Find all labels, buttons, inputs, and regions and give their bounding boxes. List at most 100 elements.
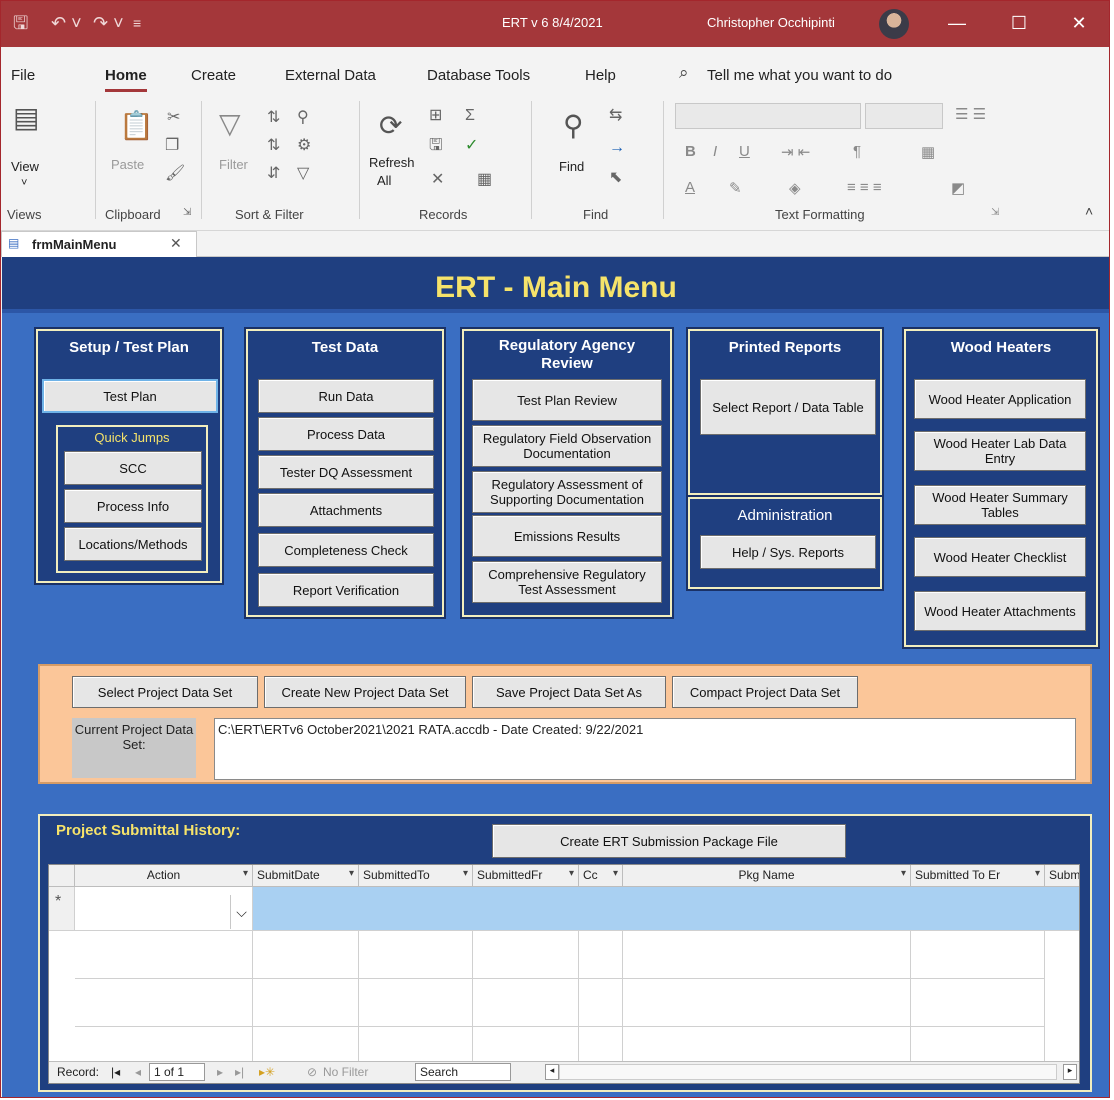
emissions-results-button[interactable]: Emissions Results	[472, 515, 662, 557]
clipboard-launcher-icon[interactable]: ⇲	[183, 207, 191, 218]
goto-icon[interactable]: →	[609, 139, 625, 157]
test-plan-button[interactable]: Test Plan	[42, 379, 218, 413]
user-name[interactable]: Christopher Occhipinti	[707, 15, 835, 30]
advanced-filter-icon[interactable]: ⚙	[297, 137, 311, 155]
action-combo[interactable]: ⌵	[75, 887, 253, 931]
maximize-icon[interactable]: ☐	[999, 9, 1039, 37]
minimize-icon[interactable]: —	[937, 9, 977, 37]
table-row-new[interactable]	[253, 887, 1079, 931]
column-header-submittedto[interactable]: SubmittedTo ▾	[359, 865, 473, 887]
table-row	[75, 979, 253, 1027]
wood-heater-checklist-button[interactable]: Wood Heater Checklist	[914, 537, 1086, 577]
tab-file[interactable]: File	[11, 67, 35, 84]
scroll-left-icon[interactable]: ◂	[545, 1064, 559, 1080]
wood-heater-summary-tables-button[interactable]: Wood Heater Summary Tables	[914, 485, 1086, 525]
table-row	[473, 979, 579, 1027]
cut-icon: ✂	[167, 109, 181, 126]
process-data-button[interactable]: Process Data	[258, 417, 434, 451]
find-icon[interactable]: ⚲	[563, 111, 584, 141]
column-header-submittedfr[interactable]: SubmittedFr ▾	[473, 865, 579, 887]
attachments-button[interactable]: Attachments	[258, 493, 434, 527]
wood-heater-attachments-button[interactable]: Wood Heater Attachments	[914, 591, 1086, 631]
run-data-button[interactable]: Run Data	[258, 379, 434, 413]
previous-record-icon: ◂	[135, 1065, 142, 1079]
column-header-submitted-to-er[interactable]: Submitted To Er ▾	[911, 865, 1045, 887]
first-record-icon[interactable]: |◂	[111, 1065, 120, 1079]
replace-icon[interactable]: ⇆	[609, 107, 622, 125]
remove-sort-icon: ⇵	[267, 165, 281, 182]
horizontal-scrollbar[interactable]	[559, 1064, 1057, 1080]
scroll-right-icon[interactable]: ▸	[1063, 1064, 1077, 1080]
chevron-down-icon[interactable]: ⌵	[230, 895, 252, 929]
column-header-submit[interactable]: Submit	[1045, 865, 1079, 887]
dropdown-arrow-icon: ▾	[242, 868, 248, 879]
wood-heater-lab-data-button[interactable]: Wood Heater Lab Data Entry	[914, 431, 1086, 471]
collapse-ribbon-icon[interactable]: ˄	[1085, 203, 1093, 219]
table-row	[473, 1027, 579, 1063]
refresh-icon[interactable]: ⟳	[379, 111, 402, 141]
tab-database-tools[interactable]: Database Tools	[427, 67, 530, 84]
dropdown-arrow-icon: ▾	[900, 868, 906, 879]
select-icon[interactable]: ⬉	[609, 169, 622, 187]
find-button[interactable]: Find	[559, 159, 584, 174]
format-painter-icon: 🖌	[165, 165, 186, 182]
scc-button[interactable]: SCC	[64, 451, 202, 485]
submittal-history-grid: Action ▾ SubmitDate ▾ SubmittedTo ▾ Submitt…	[48, 864, 1080, 1084]
regulatory-assessment-supporting-button[interactable]: Regulatory Assessment of Supporting Docu…	[472, 471, 662, 513]
tab-external-data[interactable]: External Data	[285, 67, 376, 84]
tester-dq-assessment-button[interactable]: Tester DQ Assessment	[258, 455, 434, 489]
close-tab-icon[interactable]: ✕	[170, 235, 182, 252]
printed-reports-panel: Printed Reports Select Report / Data Tab…	[686, 327, 884, 497]
tab-help[interactable]: Help	[585, 67, 616, 84]
table-row	[75, 1027, 253, 1063]
row-selector-new[interactable]: *	[49, 887, 75, 931]
tab-create[interactable]: Create	[191, 67, 236, 84]
group-sort-filter: Sort & Filter	[235, 207, 304, 222]
table-row	[359, 979, 473, 1027]
table-row	[911, 931, 1045, 979]
view-icon[interactable]: ▤	[13, 103, 39, 133]
search-input[interactable]: Search	[415, 1063, 511, 1081]
view-chevron-icon[interactable]: ˅	[21, 177, 27, 189]
avatar[interactable]	[879, 9, 909, 39]
wood-heater-application-button[interactable]: Wood Heater Application	[914, 379, 1086, 419]
page-title: ERT - Main Menu	[435, 271, 677, 304]
save-project-data-set-as-button[interactable]: Save Project Data Set As	[472, 676, 666, 708]
comprehensive-regulatory-assessment-button[interactable]: Comprehensive Regulatory Test Assessment	[472, 561, 662, 603]
save-icon[interactable]: 🖫	[13, 10, 28, 36]
redo-icon[interactable]: ↷ ˅	[93, 10, 124, 36]
filter-status-icon: ⊘	[307, 1065, 318, 1079]
tell-me-input[interactable]: Tell me what you want to do	[707, 67, 892, 84]
table-row	[359, 931, 473, 979]
create-submission-package-button[interactable]: Create ERT Submission Package File	[492, 824, 846, 858]
column-header-action[interactable]: Action ▾	[75, 865, 253, 887]
tab-frmmainmenu[interactable]: ▤ frmMainMenu ✕	[1, 231, 197, 257]
new-row-marker: *	[55, 893, 62, 910]
no-filter-label: No Filter	[323, 1065, 369, 1079]
select-report-button[interactable]: Select Report / Data Table	[700, 379, 876, 435]
report-verification-button[interactable]: Report Verification	[258, 573, 434, 607]
tab-home[interactable]: Home	[105, 67, 147, 92]
column-header-cc[interactable]: Cc ▾	[579, 865, 623, 887]
select-project-data-set-button[interactable]: Select Project Data Set	[72, 676, 258, 708]
close-icon[interactable]: ✕	[1059, 9, 1099, 37]
select-all-corner[interactable]	[49, 865, 75, 887]
undo-icon[interactable]: ↶ ˅	[51, 10, 82, 36]
current-record-input[interactable]: 1 of 1	[149, 1063, 205, 1081]
refresh-all-label[interactable]: All	[377, 173, 391, 188]
regulatory-field-observation-button[interactable]: Regulatory Field Observation Documentati…	[472, 425, 662, 467]
current-project-path[interactable]: C:\ERT\ERTv6 October2021\2021 RATA.accdb…	[214, 718, 1076, 780]
column-header-submitdate[interactable]: SubmitDate ▾	[253, 865, 359, 887]
refresh-button[interactable]: Refresh	[369, 155, 415, 170]
compact-project-data-set-button[interactable]: Compact Project Data Set	[672, 676, 858, 708]
create-new-project-data-set-button[interactable]: Create New Project Data Set	[264, 676, 466, 708]
test-plan-review-button[interactable]: Test Plan Review	[472, 379, 662, 421]
completeness-check-button[interactable]: Completeness Check	[258, 533, 434, 567]
locations-methods-button[interactable]: Locations/Methods	[64, 527, 202, 561]
help-sys-reports-button[interactable]: Help / Sys. Reports	[700, 535, 876, 569]
column-header-pkg-name[interactable]: Pkg Name ▾	[623, 865, 911, 887]
process-info-button[interactable]: Process Info	[64, 489, 202, 523]
view-button[interactable]: View	[11, 159, 39, 174]
customize-toolbar-icon[interactable]: ≡	[133, 10, 141, 36]
table-row	[579, 931, 623, 979]
